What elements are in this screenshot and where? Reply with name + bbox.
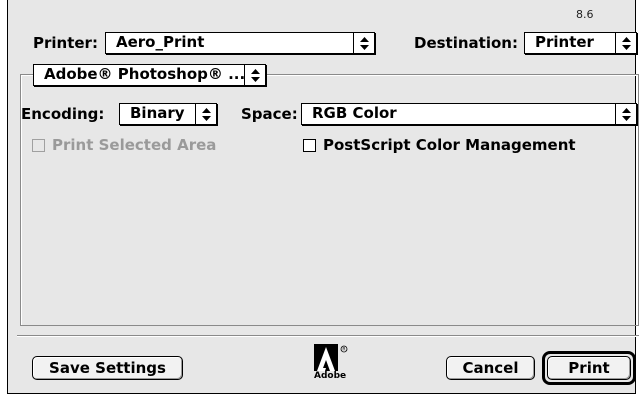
encoding-label: Encoding: [21, 105, 105, 123]
encoding-popup-value: Binary [130, 104, 185, 122]
footer-divider [17, 335, 639, 337]
updown-arrows-icon [353, 33, 374, 53]
postscript-cm-label: PostScript Color Management [323, 136, 576, 154]
cancel-button[interactable]: Cancel [446, 356, 535, 380]
version-label: 8.6 [576, 8, 594, 21]
print-button[interactable]: Print [547, 356, 631, 380]
destination-label: Destination: [414, 34, 518, 52]
svg-text:R: R [342, 347, 345, 353]
postscript-cm-checkbox[interactable] [303, 139, 316, 152]
printer-popup-value: Aero_Print [116, 33, 205, 51]
save-settings-button[interactable]: Save Settings [32, 356, 183, 380]
adobe-logo-icon: R [314, 344, 348, 371]
printer-popup[interactable]: Aero_Print [105, 32, 375, 54]
space-popup-value: RGB Color [312, 104, 397, 122]
print-dialog: 8.6 Printer: Aero_Print Destination: Pri… [7, 0, 639, 394]
space-popup[interactable]: RGB Color [301, 103, 637, 125]
updown-arrows-icon [615, 33, 636, 53]
encoding-popup[interactable]: Binary [119, 103, 217, 125]
updown-arrows-icon [615, 104, 636, 124]
adobe-logo-text: Adobe [314, 371, 347, 381]
updown-arrows-icon [244, 65, 265, 85]
printer-label: Printer: [33, 34, 98, 52]
updown-arrows-icon [195, 104, 216, 124]
destination-popup[interactable]: Printer [524, 32, 637, 54]
space-label: Space: [241, 105, 298, 123]
print-selected-area-checkbox[interactable] [32, 139, 45, 152]
print-selected-area-label: Print Selected Area [52, 136, 217, 154]
panel-selector-popup[interactable]: Adobe® Photoshop® ... [33, 64, 266, 86]
destination-popup-value: Printer [535, 33, 594, 51]
panel-selector-value: Adobe® Photoshop® ... [44, 65, 246, 83]
adobe-logo: R Adobe [314, 344, 350, 386]
